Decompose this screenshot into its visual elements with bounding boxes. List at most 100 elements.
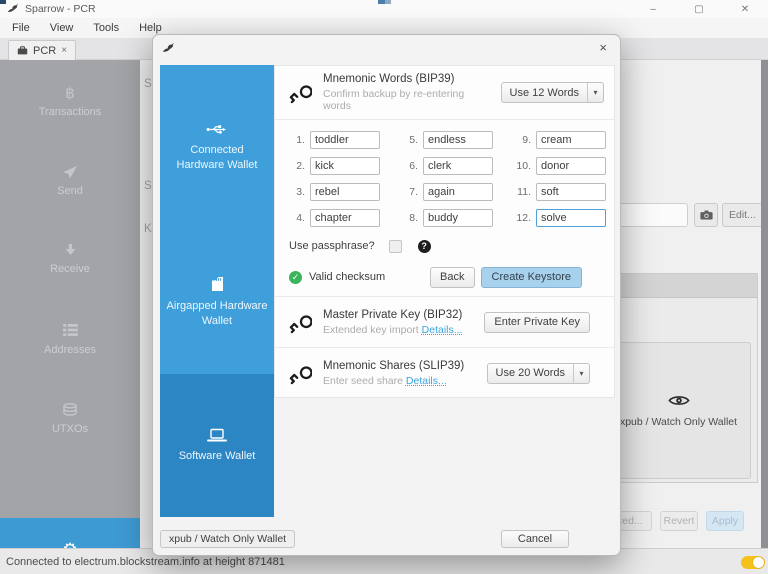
revert-button[interactable]: Revert	[660, 511, 698, 531]
word-cell-3: 3.	[283, 183, 382, 201]
usb-icon	[206, 123, 228, 136]
close-button[interactable]: ✕	[722, 0, 768, 18]
send-plane-icon	[0, 165, 140, 183]
use-12-words-dropdown[interactable]: Use 12 Words ▾	[501, 82, 605, 103]
word-cell-7: 7.	[396, 183, 495, 201]
use-20-words-dropdown[interactable]: Use 20 Words ▾	[487, 363, 591, 384]
word-input-12[interactable]	[536, 209, 606, 227]
key-icon	[289, 362, 312, 385]
section-title: Mnemonic Words (BIP39)	[323, 73, 490, 85]
app-sidebar: ฿ Transactions Send Receive Addresses UT…	[0, 60, 140, 548]
edit-button[interactable]: Edit...	[722, 203, 763, 227]
section-subtitle: Enter seed share Details...	[323, 375, 476, 387]
word-input-8[interactable]	[423, 209, 493, 227]
word-cell-4: 4.	[283, 209, 382, 227]
word-input-7[interactable]	[423, 183, 493, 201]
sidebar-item-addresses[interactable]: Addresses	[0, 322, 140, 356]
nav-software-wallet[interactable]: Software Wallet	[160, 374, 274, 517]
word-cell-11: 11.	[509, 183, 608, 201]
word-cell-9: 9.	[509, 131, 608, 149]
sidebar-item-receive[interactable]: Receive	[0, 242, 140, 275]
eye-icon	[668, 394, 690, 407]
word-cell-1: 1.	[283, 131, 382, 149]
help-icon[interactable]: ?	[418, 240, 431, 253]
section-subtitle: Extended key import Details...	[323, 324, 473, 336]
sidebar-item-send[interactable]: Send	[0, 164, 140, 197]
word-input-10[interactable]	[536, 157, 606, 175]
menu-view[interactable]: View	[40, 18, 84, 38]
word-input-2[interactable]	[310, 157, 380, 175]
mnemonic-words-section: Mnemonic Words (BIP39) Confirm backup by…	[275, 66, 614, 119]
background-window-fragment-left	[0, 0, 6, 4]
server-toggle[interactable]	[741, 556, 765, 569]
section-title: Mnemonic Shares (SLIP39)	[323, 360, 476, 372]
word-cell-5: 5.	[396, 131, 495, 149]
sd-card-icon	[211, 276, 224, 292]
toggle-knob	[753, 557, 764, 568]
receive-arrow-icon	[0, 243, 140, 261]
sparrow-dialog-icon	[162, 42, 175, 55]
camera-icon	[700, 210, 713, 220]
connection-status: Connected to electrum.blockstream.info a…	[6, 556, 285, 568]
background-window-fragment	[378, 0, 391, 4]
details-link[interactable]: Details...	[406, 375, 447, 387]
passphrase-checkbox[interactable]	[389, 240, 402, 253]
background-text-fragment: K	[144, 223, 152, 235]
chevron-down-icon[interactable]: ▾	[573, 364, 589, 383]
bitcoin-icon: ฿	[0, 86, 140, 104]
list-icon	[0, 324, 140, 342]
word-input-1[interactable]	[310, 131, 380, 149]
cancel-button[interactable]: Cancel	[501, 530, 569, 548]
minimize-button[interactable]: –	[630, 0, 676, 18]
key-icon	[289, 81, 312, 104]
create-keystore-button[interactable]: Create Keystore	[481, 267, 582, 288]
software-wallet-card: Mnemonic Words (BIP39) Confirm backup by…	[274, 65, 615, 398]
master-private-key-section: Master Private Key (BIP32) Extended key …	[275, 297, 614, 347]
watch-only-wallet-button[interactable]: xpub / Watch Only Wallet	[606, 342, 751, 479]
coins-icon	[0, 403, 140, 421]
word-input-4[interactable]	[310, 209, 380, 227]
background-text-fragment: S	[144, 180, 152, 192]
camera-button[interactable]	[694, 203, 718, 227]
sidebar-item-transactions[interactable]: ฿ Transactions	[0, 86, 140, 118]
nav-label: Software Wallet	[179, 449, 256, 464]
background-text-fragment: S	[144, 78, 152, 90]
tab-label: PCR	[33, 45, 56, 57]
passphrase-row: Use passphrase? ?	[289, 235, 614, 257]
wallet-icon	[17, 46, 28, 55]
dialog-body: Mnemonic Words (BIP39) Confirm backup by…	[274, 65, 615, 517]
xpub-watch-only-button[interactable]: xpub / Watch Only Wallet	[160, 530, 295, 548]
sparrow-logo-icon	[7, 3, 19, 15]
word-input-9[interactable]	[536, 131, 606, 149]
back-button[interactable]: Back	[430, 267, 474, 288]
chevron-down-icon[interactable]: ▾	[587, 83, 603, 102]
dialog-nav: Connected Hardware Wallet Airgapped Hard…	[160, 65, 274, 517]
apply-button[interactable]: Apply	[706, 511, 744, 531]
key-icon	[289, 311, 312, 334]
passphrase-label: Use passphrase?	[289, 240, 375, 252]
menu-file[interactable]: File	[2, 18, 40, 38]
nav-label: Connected Hardware Wallet	[166, 143, 268, 173]
tab-pcr[interactable]: PCR ×	[8, 40, 76, 60]
word-cell-2: 2.	[283, 157, 382, 175]
nav-airgapped-hardware-wallet[interactable]: Airgapped Hardware Wallet	[160, 231, 274, 374]
menu-tools[interactable]: Tools	[83, 18, 129, 38]
mnemonic-word-grid: 1. 2. 3. 4. 5. 6. 7. 8. 9. 10. 11. 12.	[283, 127, 608, 231]
tab-close-icon[interactable]: ×	[61, 45, 67, 56]
word-input-5[interactable]	[423, 131, 493, 149]
nav-connected-hardware-wallet[interactable]: Connected Hardware Wallet	[160, 65, 274, 231]
section-title: Master Private Key (BIP32)	[323, 309, 473, 321]
new-keystore-dialog: × Connected Hardware Wallet Airgapped Ha…	[152, 34, 621, 556]
enter-private-key-button[interactable]: Enter Private Key	[484, 312, 590, 333]
word-cell-12: 12.	[509, 209, 608, 227]
maximize-button[interactable]: ▢	[676, 0, 722, 18]
word-input-11[interactable]	[536, 183, 606, 201]
nav-label: Airgapped Hardware Wallet	[166, 299, 268, 329]
checksum-label: Valid checksum	[309, 271, 430, 283]
section-subtitle: Confirm backup by re-entering words	[323, 88, 490, 112]
word-input-6[interactable]	[423, 157, 493, 175]
sidebar-item-utxos[interactable]: UTXOs	[0, 402, 140, 435]
word-input-3[interactable]	[310, 183, 380, 201]
dialog-close-icon[interactable]: ×	[599, 40, 607, 55]
details-link[interactable]: Details...	[422, 324, 463, 336]
